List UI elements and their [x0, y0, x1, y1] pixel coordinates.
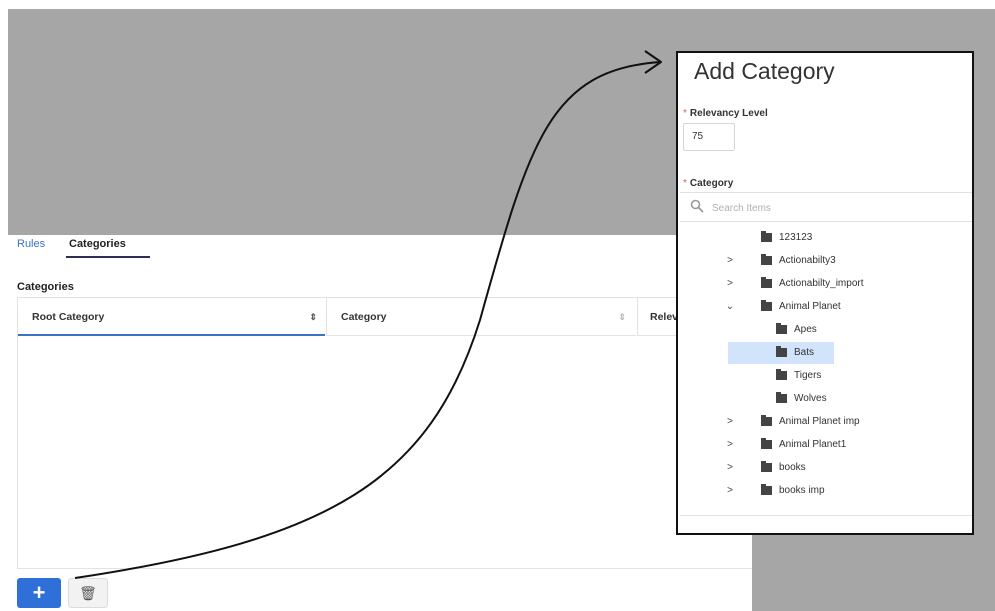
delete-button[interactable]: 🗑 — [68, 578, 108, 608]
chevron-right-icon[interactable]: > — [724, 457, 736, 479]
trash-icon: 🗑 — [79, 585, 97, 601]
tree-item[interactable]: Wolves — [678, 388, 970, 410]
folder-icon — [761, 461, 772, 472]
tree-item-label: Apes — [794, 324, 817, 335]
tree-item[interactable]: > Actionabilty_import — [678, 273, 970, 295]
chevron-down-icon[interactable]: ⌄ — [724, 296, 736, 318]
column-header-label: Relev — [650, 311, 679, 323]
column-header-category[interactable]: Category ⇕ — [326, 298, 636, 336]
tree-item[interactable]: > Animal Planet imp — [678, 411, 970, 433]
tree-item-label: Animal Planet1 — [779, 439, 847, 450]
sort-icon[interactable]: ⇕ — [618, 298, 626, 336]
tree-item-label: Tigers — [794, 370, 822, 381]
dialog-title: Add Category — [694, 58, 835, 84]
tab-rules[interactable]: Rules — [17, 238, 45, 250]
section-title: Categories — [17, 281, 74, 293]
folder-icon — [776, 323, 787, 334]
folder-icon — [761, 231, 772, 242]
chevron-right-icon[interactable]: > — [724, 273, 736, 295]
category-search — [680, 192, 972, 222]
dialog-divider — [680, 515, 972, 516]
tree-item[interactable]: ⌄ Animal Planet — [678, 296, 970, 318]
category-label: * Category — [683, 178, 733, 189]
tab-categories[interactable]: Categories — [69, 238, 126, 250]
tree-item-label: Bats — [794, 347, 815, 358]
relevancy-level-input[interactable]: 75 — [683, 123, 735, 151]
relevancy-label-text: Relevancy Level — [689, 108, 768, 119]
relevancy-level-label: * Relevancy Level — [683, 108, 768, 119]
folder-icon — [776, 392, 787, 403]
tree-item[interactable]: > books imp — [678, 480, 970, 502]
tree-item[interactable]: Tigers — [678, 365, 970, 387]
tree-item[interactable]: Bats — [728, 342, 834, 364]
folder-icon — [761, 438, 772, 449]
add-button[interactable]: + — [17, 578, 61, 608]
tree-item-label: Animal Planet — [779, 301, 841, 312]
folder-icon — [776, 369, 787, 380]
tree-item-label: 123123 — [779, 232, 813, 243]
folder-icon — [761, 300, 772, 311]
chevron-right-icon[interactable]: > — [724, 480, 736, 502]
required-mark: * — [683, 108, 687, 119]
sort-icon[interactable]: ⇕ — [309, 298, 317, 336]
tree-item[interactable]: > books — [678, 457, 970, 479]
search-input[interactable] — [710, 198, 954, 218]
folder-icon — [761, 254, 772, 265]
add-category-dialog: Add Category * Relevancy Level 75 * Catego… — [676, 51, 974, 535]
folder-icon — [761, 484, 772, 495]
category-tree: 123123 > Actionabilty3 > Actionabilty_import… — [678, 227, 972, 515]
tree-item-label: Actionabilty3 — [779, 255, 836, 266]
chevron-right-icon[interactable]: > — [724, 434, 736, 456]
tree-item-label: Actionabilty_import — [779, 278, 864, 289]
tree-item[interactable]: > Animal Planet1 — [678, 434, 970, 456]
categories-table: Root Category ⇕ Category ⇕ Relev — [17, 297, 753, 569]
tree-item[interactable]: Apes — [678, 319, 970, 341]
tree-item[interactable]: 123123 — [678, 227, 970, 249]
folder-icon — [761, 277, 772, 288]
tree-item-label: books — [779, 462, 806, 473]
tree-item-label: Wolves — [794, 393, 827, 404]
folder-icon — [776, 346, 787, 357]
tree-item-label: Animal Planet imp — [779, 416, 860, 427]
column-header-root-category[interactable]: Root Category ⇕ — [18, 298, 325, 336]
column-header-label: Root Category — [32, 311, 105, 323]
required-mark: * — [683, 178, 687, 189]
folder-icon — [761, 415, 772, 426]
chevron-right-icon[interactable]: > — [724, 250, 736, 272]
tree-item[interactable]: > Actionabilty3 — [678, 250, 970, 272]
search-icon — [690, 199, 704, 213]
tree-item-label: books imp — [779, 485, 825, 496]
active-tab-indicator — [66, 256, 150, 258]
column-header-label: Category — [341, 311, 387, 323]
chevron-right-icon[interactable]: > — [724, 411, 736, 433]
category-label-text: Category — [689, 178, 734, 189]
